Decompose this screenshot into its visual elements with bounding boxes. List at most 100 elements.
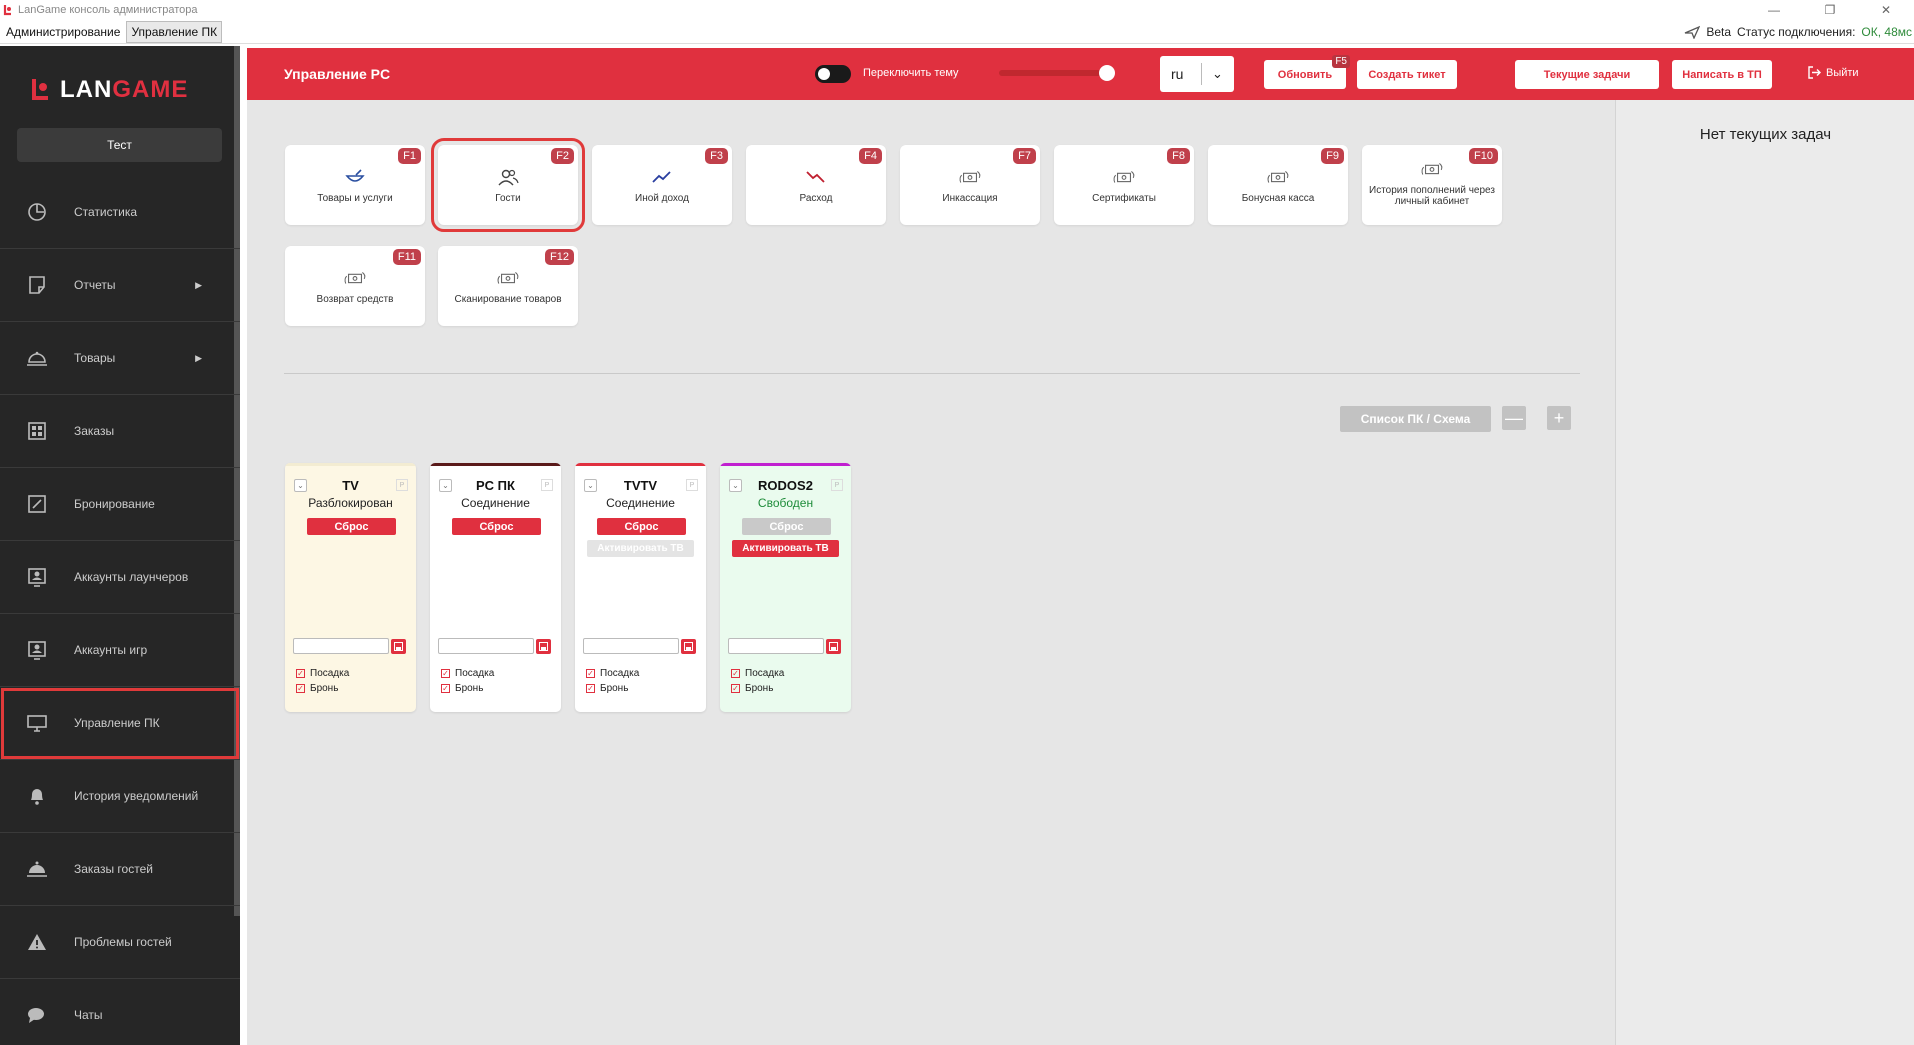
bowl-icon	[343, 167, 367, 187]
pc-comment-input[interactable]	[438, 638, 534, 654]
action-certificates[interactable]: F8 Сертификаты	[1054, 145, 1194, 225]
zoom-out-button[interactable]: —	[1502, 406, 1526, 430]
pc-status: Соединение	[461, 496, 530, 510]
seating-checkbox[interactable]: ✓ Посадка	[586, 668, 639, 679]
pie-chart-icon	[26, 201, 48, 223]
seating-checkbox[interactable]: ✓ Посадка	[296, 668, 349, 679]
booking-checkbox[interactable]: ✓ Бронь	[441, 683, 483, 694]
action-encashment[interactable]: F7 Инкассация	[900, 145, 1040, 225]
sidebar-item-orders[interactable]: Заказы	[0, 395, 240, 468]
pc-name: RODOS2	[758, 478, 813, 493]
action-expense[interactable]: F4 Расход	[746, 145, 886, 225]
action-bonus-cash[interactable]: F9 Бонусная касса	[1208, 145, 1348, 225]
sidebar-item-launcher-accounts[interactable]: Аккаунты лаунчеров	[0, 541, 240, 614]
save-icon[interactable]	[681, 639, 696, 654]
action-goods-services[interactable]: F1 Товары и услуги	[285, 145, 425, 225]
sidebar-item-goods[interactable]: Товары ▶	[0, 322, 240, 395]
action-scan-goods[interactable]: F12 Сканирование товаров	[438, 246, 578, 326]
menu-tab-administration[interactable]: Администрирование	[1, 21, 125, 43]
pc-comment-input[interactable]	[583, 638, 679, 654]
minimize-button[interactable]: —	[1746, 0, 1802, 20]
hotkey-badge: F11	[392, 249, 421, 265]
action-refund[interactable]: F11 Возврат средств	[285, 246, 425, 326]
reset-button[interactable]: Сброс	[597, 518, 686, 535]
pc-card-accent	[430, 463, 561, 466]
pc-card-accent	[720, 463, 851, 466]
pc-status: Соединение	[606, 496, 675, 510]
sidebar-item-guest-orders[interactable]: Заказы гостей	[0, 833, 240, 906]
current-tasks-button[interactable]: Текущие задачи	[1515, 60, 1659, 89]
no-tasks-message: Нет текущих задач	[1699, 126, 1832, 143]
view-toggle-button[interactable]: Список ПК / Схема	[1340, 406, 1491, 432]
document-icon	[26, 274, 48, 296]
action-label: Расход	[799, 193, 833, 204]
sidebar-item-label: Управление ПК	[74, 716, 160, 730]
pc-card-pc[interactable]: ⌄ P PC ПК Соединение Сброс ✓ Посадка ✓ Бро…	[430, 463, 561, 712]
refresh-button[interactable]: Обновить F5	[1264, 55, 1350, 89]
sidebar-item-chats[interactable]: Чаты	[0, 979, 240, 1045]
window-titlebar: LanGame консоль администратора — ❐ ✕	[0, 0, 1914, 20]
language-select[interactable]: ru ⌄	[1160, 56, 1234, 92]
pc-comment-input[interactable]	[293, 638, 389, 654]
brightness-slider[interactable]	[999, 65, 1115, 81]
action-other-income[interactable]: F3 Иной доход	[592, 145, 732, 225]
seating-checkbox[interactable]: ✓ Посадка	[441, 668, 494, 679]
brand-logo: LANGAME	[26, 76, 188, 104]
menu-tab-pc-management[interactable]: Управление ПК	[126, 20, 223, 43]
action-label: Гости	[495, 193, 521, 204]
pc-comment-input[interactable]	[728, 638, 824, 654]
save-icon[interactable]	[826, 639, 841, 654]
reset-button[interactable]: Сброс	[307, 518, 396, 535]
checkbox-label: Посадка	[455, 668, 495, 679]
hotkey-badge: F3	[705, 148, 728, 164]
maximize-button[interactable]: ❐	[1802, 0, 1858, 20]
activate-tv-button[interactable]: Активировать ТВ	[732, 540, 839, 557]
main-content: F1 Товары и услуги F2 Гости F3 Иной дохо…	[247, 100, 1615, 1045]
sidebar-item-booking[interactable]: Бронирование	[0, 468, 240, 541]
sidebar-item-notification-history[interactable]: История уведомлений	[0, 760, 240, 833]
slider-knob[interactable]	[1099, 65, 1115, 81]
hotkey-badge: F7	[1013, 148, 1036, 164]
theme-toggle-label: Переключить тему	[863, 67, 959, 79]
sidebar-item-statistics[interactable]: Статистика	[0, 176, 240, 249]
sidebar-item-label: Заказы	[74, 424, 115, 438]
close-button[interactable]: ✕	[1858, 0, 1914, 20]
booking-checkbox[interactable]: ✓ Бронь	[731, 683, 773, 694]
reset-button[interactable]: Сброс	[452, 518, 541, 535]
save-icon[interactable]	[536, 639, 551, 654]
club-selector[interactable]: Тест	[17, 128, 222, 162]
sidebar-item-game-accounts[interactable]: Аккаунты игр	[0, 614, 240, 687]
sidebar-item-guest-problems[interactable]: Проблемы гостей	[0, 906, 240, 979]
logout-button[interactable]: Выйти	[1807, 66, 1859, 79]
sidebar-item-reports[interactable]: Отчеты ▶	[0, 249, 240, 322]
booking-checkbox[interactable]: ✓ Бронь	[296, 683, 338, 694]
action-topup-history[interactable]: F10 История пополнений через личный каби…	[1362, 145, 1502, 225]
sidebar-item-pc-management[interactable]: Управление ПК	[0, 687, 240, 760]
theme-toggle[interactable]	[815, 65, 851, 83]
action-guests[interactable]: F2 Гости	[431, 138, 585, 232]
pc-card-tvtv[interactable]: ⌄ P TVTV Соединение Сброс Активировать Т…	[575, 463, 706, 712]
save-icon[interactable]	[391, 639, 406, 654]
money-transfer-icon	[496, 268, 520, 288]
seating-checkbox[interactable]: ✓ Посадка	[731, 668, 784, 679]
pc-card-rodos2[interactable]: ⌄ P RODOS2 Свободен Сброс Активировать Т…	[720, 463, 851, 712]
checkbox-label: Посадка	[310, 668, 350, 679]
warning-icon	[26, 931, 48, 953]
booking-checkbox[interactable]: ✓ Бронь	[586, 683, 628, 694]
checkbox-label: Посадка	[600, 668, 640, 679]
zoom-in-button[interactable]: +	[1547, 406, 1571, 430]
write-support-button[interactable]: Написать в ТП	[1672, 60, 1772, 89]
refresh-hotkey-badge: F5	[1332, 55, 1350, 68]
bell-icon	[26, 785, 48, 807]
checkbox-checked-icon: ✓	[441, 669, 450, 678]
window-controls: — ❐ ✕	[1746, 0, 1914, 20]
pc-card-tv[interactable]: ⌄ P TV Разблокирован Сброс ✓ Посадка ✓ Бро…	[285, 463, 416, 712]
plane-icon	[1685, 25, 1701, 39]
sidebar-item-label: Статистика	[74, 205, 138, 219]
create-ticket-button[interactable]: Создать тикет	[1357, 60, 1457, 89]
action-label: Сканирование товаров	[454, 294, 562, 305]
reset-button[interactable]: Сброс	[742, 518, 831, 535]
edit-icon	[26, 493, 48, 515]
activate-tv-button[interactable]: Активировать ТВ	[587, 540, 694, 557]
cloche-icon	[26, 858, 48, 880]
